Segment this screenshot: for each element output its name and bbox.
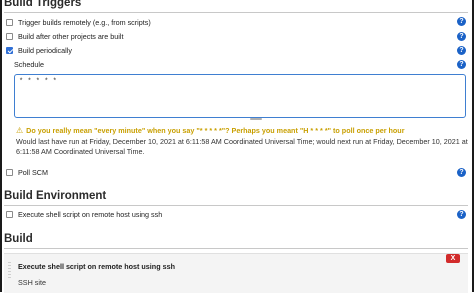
schedule-value: * * * * * xyxy=(19,78,57,86)
option-execute-ssh-env[interactable]: Execute shell script on remote host usin… xyxy=(6,207,466,221)
schedule-label-text: Schedule xyxy=(14,59,44,69)
option-label: Trigger builds remotely (e.g., from scri… xyxy=(18,17,151,27)
build-step-ssh: Execute shell script on remote host usin… xyxy=(4,253,468,293)
warning-icon: ⚠ xyxy=(16,126,24,135)
divider xyxy=(4,248,468,249)
checkbox-poll-scm[interactable] xyxy=(6,168,13,176)
help-icon[interactable]: ? xyxy=(457,46,466,55)
build-step-title: Execute shell script on remote host usin… xyxy=(18,262,175,271)
schedule-warning: ⚠ Do you really mean "every minute" when… xyxy=(16,126,405,135)
checkbox-execute-ssh-env[interactable] xyxy=(6,210,13,218)
delete-step-button[interactable]: X xyxy=(446,254,460,263)
option-label: Build periodically xyxy=(18,45,72,55)
help-icon[interactable]: ? xyxy=(457,17,466,26)
schedule-label: Schedule xyxy=(14,57,466,71)
divider xyxy=(4,205,468,206)
option-label: Poll SCM xyxy=(18,167,48,177)
option-poll-scm[interactable]: Poll SCM xyxy=(6,165,466,179)
option-build-periodically[interactable]: Build periodically xyxy=(6,43,466,57)
checkbox-build-periodically[interactable] xyxy=(6,46,13,54)
option-build-after-other[interactable]: Build after other projects are built xyxy=(6,29,466,43)
section-title-build-triggers: Build Triggers xyxy=(4,0,82,9)
drag-handle[interactable] xyxy=(8,262,11,278)
option-label: Execute shell script on remote host usin… xyxy=(18,209,163,219)
schedule-info-line-2: 6:11:58 AM Coordinated Universal Time. xyxy=(16,147,145,156)
section-title-build-environment: Build Environment xyxy=(4,190,107,202)
help-icon[interactable]: ? xyxy=(457,32,466,41)
schedule-info-line-1: Would last have run at Friday, December … xyxy=(16,137,468,146)
schedule-input[interactable]: * * * * * xyxy=(14,74,466,118)
resize-grip[interactable] xyxy=(250,118,262,120)
ssh-site-label: SSH site xyxy=(18,278,46,287)
help-icon[interactable]: ? xyxy=(457,210,466,219)
option-trigger-remotely[interactable]: Trigger builds remotely (e.g., from scri… xyxy=(6,15,466,29)
checkbox-trigger-remotely[interactable] xyxy=(6,18,13,26)
help-icon[interactable]: ? xyxy=(457,168,466,177)
option-label: Build after other projects are built xyxy=(18,31,124,41)
checkbox-build-after-other[interactable] xyxy=(6,32,13,40)
divider xyxy=(4,12,468,13)
section-title-build: Build xyxy=(4,233,33,245)
textarea-resize-handle[interactable] xyxy=(14,118,466,121)
warning-text: Do you really mean "every minute" when y… xyxy=(26,126,405,135)
help-icon[interactable]: ? xyxy=(457,60,466,69)
